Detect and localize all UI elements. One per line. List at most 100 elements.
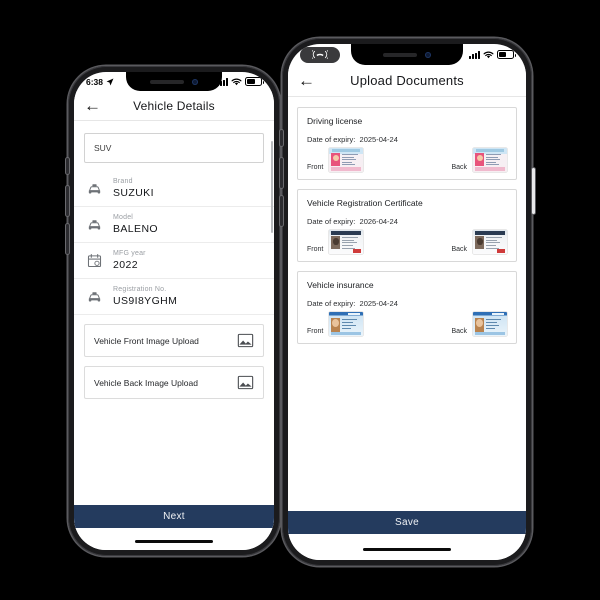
vehicle-type-value: SUV [94, 143, 112, 153]
expiry-label: Date of expiry: [307, 217, 356, 226]
battery-icon [245, 77, 264, 86]
document-front-side[interactable]: Front [307, 230, 364, 254]
vehicle-back-image-upload-button[interactable]: Vehicle Back Image Upload [84, 366, 264, 399]
field-label: Model [113, 214, 134, 221]
earpiece-speaker [383, 52, 417, 57]
field-texts-mfg-year: MFG year 2022 [113, 250, 146, 271]
home-indicator[interactable] [363, 548, 451, 551]
document-front-thumbnail[interactable] [329, 230, 364, 254]
phone-screen-upload-documents: ← Upload Documents Driving license Date … [288, 44, 526, 560]
status-bar-left-group: 6:38 [86, 77, 114, 87]
car-icon [88, 220, 101, 230]
mute-switch[interactable] [65, 158, 69, 174]
document-expiry: Date of expiry: 2025-04-24 [307, 299, 507, 308]
phone-screen-vehicle-details: 6:38 ← Vehicle Details SUV Brand SUZUKI … [74, 72, 274, 550]
field-texts-model: Model BALENO [113, 214, 158, 235]
screenshot-stage: 6:38 ← Vehicle Details SUV Brand SUZUKI … [0, 0, 600, 600]
vehicle-details-body: SUV Brand SUZUKI Model BALENO MFG year 2… [74, 133, 274, 550]
document-card-vehicle-registration-certificate[interactable]: Vehicle Registration Certificate Date of… [297, 189, 517, 262]
document-front-thumbnail[interactable] [329, 312, 364, 336]
field-row-mfg-year[interactable]: MFG year 2022 [74, 243, 274, 279]
field-value: US9I8YGHM [113, 295, 178, 307]
car-icon [88, 184, 101, 194]
status-bar-right-group [469, 50, 516, 59]
document-title: Vehicle Registration Certificate [307, 198, 423, 208]
battery-icon [497, 50, 516, 59]
field-value: SUZUKI [113, 187, 154, 199]
back-label: Back [451, 164, 467, 171]
expiry-label: Date of expiry: [307, 299, 356, 308]
location-arrow-icon [106, 78, 114, 85]
expiry-label: Date of expiry: [307, 135, 356, 144]
document-card-driving-license[interactable]: Driving license Date of expiry: 2025-04-… [297, 107, 517, 180]
front-label: Front [307, 164, 324, 171]
document-back-thumbnail[interactable] [473, 148, 507, 172]
front-camera [425, 51, 431, 58]
document-title: Driving license [307, 116, 363, 126]
field-texts-brand: Brand SUZUKI [113, 178, 154, 199]
document-card-vehicle-insurance[interactable]: Vehicle insurance Date of expiry: 2025-0… [297, 271, 517, 344]
back-arrow-icon[interactable]: ← [74, 97, 111, 114]
wifi-icon [483, 51, 494, 58]
document-front-side[interactable]: Front [307, 312, 364, 336]
volume-up-button[interactable] [279, 158, 283, 188]
save-button[interactable]: Save [288, 511, 526, 534]
upload-button-label: Vehicle Front Image Upload [94, 335, 199, 346]
back-label: Back [451, 246, 467, 253]
field-row-model[interactable]: Model BALENO [74, 207, 274, 243]
content-scrollbar[interactable] [271, 141, 273, 233]
vehicle-type-input[interactable]: SUV [84, 133, 264, 163]
field-value: BALENO [113, 223, 158, 235]
document-back-side[interactable]: Back [451, 148, 507, 172]
front-label: Front [307, 246, 324, 253]
document-back-side[interactable]: Back [451, 312, 507, 336]
document-front-side[interactable]: Front [307, 148, 364, 172]
upload-button-label: Vehicle Back Image Upload [94, 377, 198, 388]
document-title: Vehicle insurance [307, 280, 374, 290]
earpiece-speaker [150, 79, 184, 84]
app-header-right: ← Upload Documents [288, 65, 526, 97]
documents-list: Driving license Date of expiry: 2025-04-… [288, 97, 526, 560]
front-camera [192, 78, 198, 85]
document-back-thumbnail[interactable] [473, 312, 507, 336]
expiry-value: 2025-04-24 [359, 135, 398, 144]
volume-up-button[interactable] [65, 186, 69, 216]
volume-down-button[interactable] [65, 224, 69, 254]
document-sides: Front Back [307, 230, 507, 254]
back-arrow-icon[interactable]: ← [288, 72, 325, 89]
document-expiry: Date of expiry: 2026-04-24 [307, 217, 507, 226]
mute-switch[interactable] [279, 130, 283, 146]
document-expiry: Date of expiry: 2025-04-24 [307, 135, 507, 144]
power-button[interactable] [531, 168, 535, 214]
home-indicator[interactable] [135, 540, 213, 543]
next-button[interactable]: Next [74, 505, 274, 528]
field-label: Registration No. [113, 286, 167, 293]
vehicle-front-image-upload-button[interactable]: Vehicle Front Image Upload [84, 324, 264, 357]
field-value: 2022 [113, 259, 138, 271]
status-time: 6:38 [86, 76, 104, 87]
status-bar-left-group [300, 46, 340, 63]
front-label: Front [307, 328, 324, 335]
document-front-thumbnail[interactable] [329, 148, 364, 172]
cellular-signal-icon [469, 50, 480, 59]
field-label: MFG year [113, 250, 146, 257]
volume-down-button[interactable] [279, 196, 283, 226]
document-back-side[interactable]: Back [451, 230, 507, 254]
document-sides: Front Back [307, 312, 507, 336]
wifi-icon [231, 78, 242, 85]
active-call-icon[interactable] [300, 46, 340, 63]
document-back-thumbnail[interactable] [473, 230, 507, 254]
status-bar-right-group [217, 77, 264, 86]
car-icon [88, 292, 101, 302]
next-button-label: Next [163, 511, 185, 522]
field-row-registration-no[interactable]: Registration No. US9I8YGHM [74, 279, 274, 315]
calendar-icon [87, 253, 102, 268]
app-header-left: ← Vehicle Details [74, 91, 274, 121]
call-waves-icon [312, 50, 328, 59]
device-notch [126, 72, 222, 91]
expiry-value: 2026-04-24 [359, 217, 398, 226]
field-row-brand[interactable]: Brand SUZUKI [74, 171, 274, 207]
device-notch [351, 44, 463, 65]
expiry-value: 2025-04-24 [359, 299, 398, 308]
document-sides: Front Back [307, 148, 507, 172]
